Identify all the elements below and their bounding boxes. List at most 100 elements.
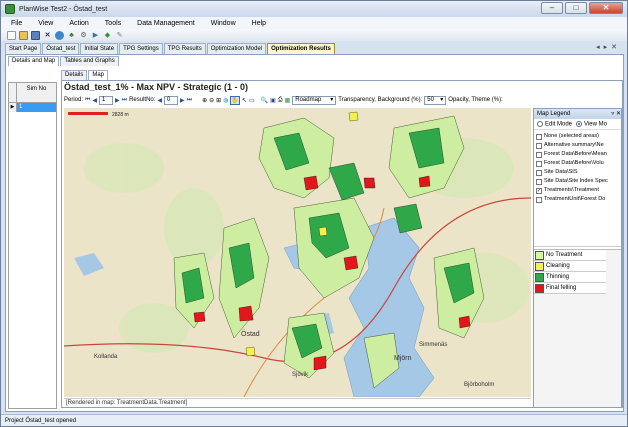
menu-action[interactable]: Action	[59, 20, 94, 27]
layer-checkbox[interactable]	[536, 142, 542, 149]
prev-period-icon[interactable]: ◀	[92, 97, 97, 104]
edit-mode-option[interactable]: Edit Mode	[537, 120, 572, 127]
tab-ostad-test[interactable]: Östad_test	[42, 43, 80, 54]
place-label-bjorboholm: Björboholm	[464, 382, 494, 388]
layers-icon[interactable]: ▦	[285, 97, 291, 104]
globe-icon[interactable]: ◍	[223, 97, 228, 104]
menu-tools[interactable]: Tools	[95, 20, 127, 27]
app-window: PlanWise Test2 - Östad_test – □ ✕ File V…	[0, 0, 628, 427]
legend-swatch	[535, 250, 544, 260]
transparency-select[interactable]: 50 ▾	[424, 95, 447, 105]
results-panel: Details and Map Tables and Graphs Sim No…	[5, 54, 624, 412]
zoom-in-icon[interactable]: ⊕	[202, 97, 207, 104]
legend-item: No Treatment	[534, 250, 606, 261]
layer-item[interactable]: Site Data\Site Index Spec	[536, 177, 621, 186]
layer-checkbox[interactable]	[536, 169, 542, 176]
legend-item: Cleaning	[534, 261, 606, 272]
layer-label: None (selected areas)	[544, 133, 600, 139]
menu-help[interactable]: Help	[242, 20, 272, 27]
layer-item[interactable]: Forest Data\Before\Volu	[536, 159, 621, 168]
edit-mode-radio[interactable]	[537, 120, 543, 127]
tab-map[interactable]: Map	[88, 70, 109, 80]
map-canvas[interactable]: Östad Mjörn Sjövik Simmenäs Björboholm K…	[64, 108, 531, 397]
legend-controls[interactable]: ▿ ✕	[611, 109, 621, 119]
layer-checkbox[interactable]	[536, 196, 542, 203]
document-controls[interactable]: ◂▸✕	[596, 43, 621, 51]
tab-initial-state[interactable]: Initial State	[80, 43, 119, 54]
legend-item: Thinning	[534, 272, 606, 283]
map-svg[interactable]: Östad Mjörn Sjövik Simmenäs Björboholm K…	[64, 108, 531, 397]
legend-label: Final felling	[546, 285, 577, 291]
status-bar: Project Östad_test opened	[1, 414, 627, 426]
first-period-icon[interactable]: ⏮	[85, 97, 90, 104]
pan-hand-icon[interactable]: ✋	[230, 95, 240, 105]
tab-details-and-map[interactable]: Details and Map	[8, 56, 60, 66]
new-file-icon[interactable]	[7, 30, 16, 40]
delete-icon[interactable]: ✕	[43, 31, 52, 40]
menu-file[interactable]: File	[1, 20, 28, 27]
select-rectangle-icon[interactable]: ▭	[249, 97, 255, 104]
save-map-icon[interactable]: ▣	[270, 97, 276, 104]
app-icon	[5, 4, 15, 14]
tab-tpg-results[interactable]: TPG Results	[163, 43, 206, 54]
tab-tables-and-graphs[interactable]: Tables and Graphs	[60, 56, 119, 66]
zoom-out-icon[interactable]: ⊖	[209, 97, 214, 104]
scale-text: 2828 m	[112, 112, 129, 118]
settings-icon[interactable]: ✎	[115, 31, 124, 40]
layer-list: None (selected areas) Alternative summar…	[534, 130, 621, 247]
layer-item[interactable]: Site Data\SIS	[536, 168, 621, 177]
save-icon[interactable]	[31, 30, 40, 40]
view-mode-option[interactable]: View Mo	[576, 120, 607, 127]
tab-start-page[interactable]: Start Page	[5, 43, 42, 54]
maximize-button[interactable]: □	[565, 2, 587, 14]
next-period-icon[interactable]: ▶	[115, 97, 120, 104]
close-button[interactable]: ✕	[589, 2, 623, 14]
layer-checkbox[interactable]	[536, 133, 542, 140]
sim-no-header[interactable]: Sim No	[17, 83, 56, 102]
select-arrow-icon[interactable]: ↖	[242, 97, 247, 104]
view-mode-radio[interactable]	[576, 120, 583, 127]
minimize-button[interactable]: –	[541, 2, 563, 14]
layer-item[interactable]: TreatmentUnit\Forest Do	[536, 195, 621, 204]
menu-data-management[interactable]: Data Management	[127, 20, 201, 27]
layer-label: Forest Data\Before\Mean	[544, 151, 607, 157]
open-folder-icon[interactable]	[19, 30, 28, 40]
run-icon[interactable]: ▶	[91, 31, 100, 40]
export-icon[interactable]: ◆	[103, 31, 112, 40]
tab-tpg-settings[interactable]: TPG Settings	[119, 43, 163, 54]
layer-label: Site Data\Site Index Spec	[544, 178, 608, 184]
basemap-select[interactable]: Roadmap ▾	[292, 95, 337, 105]
legend-items: No Treatment Cleaning Thinning Final fel…	[534, 249, 621, 407]
globe-icon[interactable]	[55, 30, 64, 40]
layer-checkbox-checked[interactable]: ✓	[536, 187, 542, 194]
find-icon[interactable]: 🔍	[261, 97, 268, 104]
table-row[interactable]: ▶ 1	[9, 103, 56, 112]
prev-result-icon[interactable]: ◀	[157, 97, 162, 104]
result-input[interactable]: 0	[164, 95, 179, 105]
legend-swatch	[535, 272, 544, 282]
period-input[interactable]: 1	[99, 95, 114, 105]
gear-icon[interactable]: ⚙	[79, 31, 88, 40]
sim-no-cell[interactable]: 1	[17, 103, 56, 112]
last-period-icon[interactable]: ⏭	[122, 97, 127, 104]
tab-optimization-results[interactable]: Optimization Results	[267, 43, 335, 54]
tab-optimization-model[interactable]: Optimization Model	[206, 43, 267, 54]
layer-item[interactable]: None (selected areas)	[536, 132, 621, 141]
next-result-icon[interactable]: ▶	[180, 97, 185, 104]
layer-checkbox[interactable]	[536, 151, 542, 158]
basemap-value: Roadmap	[295, 96, 322, 103]
layer-item[interactable]: ✓ Treatments\Treatment	[536, 186, 621, 195]
print-icon[interactable]: ⎙	[278, 97, 283, 104]
menu-view[interactable]: View	[28, 20, 59, 27]
tree-icon[interactable]: ♣	[67, 31, 76, 40]
last-result-icon[interactable]: ⏭	[187, 97, 192, 104]
map-title: Östad_test_1% - Max NPV - Strategic (1 -…	[64, 82, 249, 92]
menu-window[interactable]: Window	[201, 20, 242, 27]
layer-item[interactable]: Alternative summary\Ne	[536, 141, 621, 150]
zoom-full-icon[interactable]: ⊞	[216, 97, 221, 104]
legend-label: Cleaning	[546, 263, 570, 269]
layer-checkbox[interactable]	[536, 178, 542, 185]
tab-details[interactable]: Details	[61, 70, 88, 80]
layer-item[interactable]: Forest Data\Before\Mean	[536, 150, 621, 159]
layer-checkbox[interactable]	[536, 160, 542, 167]
